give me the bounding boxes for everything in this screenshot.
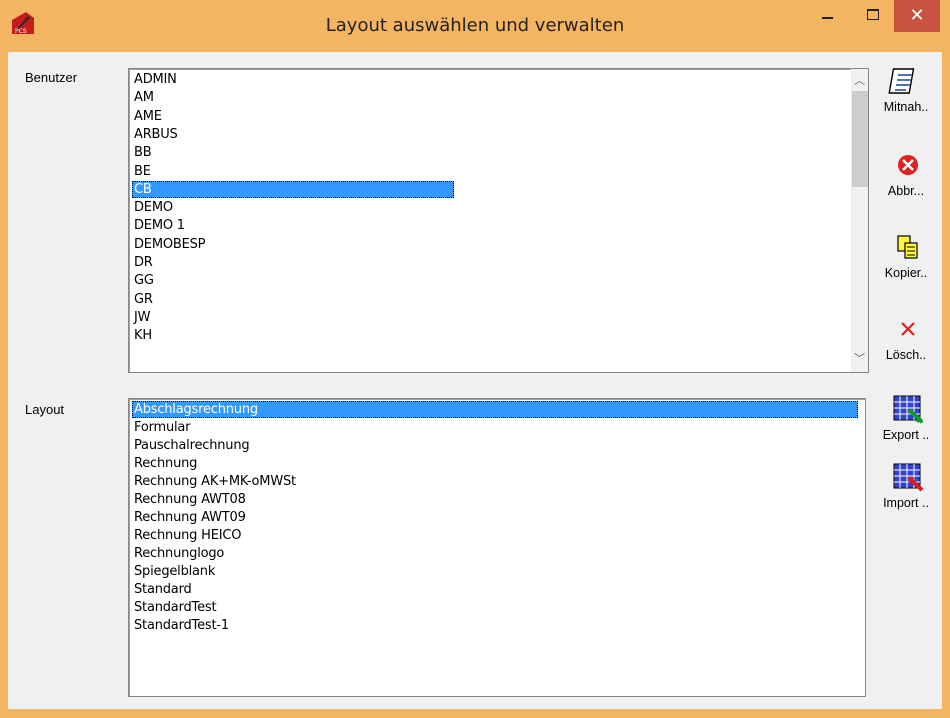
list-item[interactable]: Rechnung bbox=[132, 455, 197, 472]
list-item[interactable]: StandardTest bbox=[132, 599, 217, 616]
abbruch-button[interactable]: Abbr... bbox=[876, 150, 936, 210]
list-item[interactable]: DEMOBESP bbox=[132, 236, 205, 253]
scroll-up-icon[interactable]: ︿ bbox=[851, 73, 868, 90]
list-item[interactable]: AM bbox=[132, 89, 154, 106]
close-icon: ✕ bbox=[909, 5, 925, 26]
scroll-down-icon[interactable]: ﹀ bbox=[851, 351, 868, 368]
benutzer-scrollbar[interactable]: ︿ ﹀ bbox=[851, 69, 868, 372]
list-item[interactable]: Rechnung AWT08 bbox=[132, 491, 246, 508]
list-item[interactable]: Rechnung AK+MK-oMWSt bbox=[132, 473, 296, 490]
list-item[interactable]: AME bbox=[132, 108, 162, 125]
list-item[interactable]: DR bbox=[132, 254, 153, 271]
list-item[interactable]: Standard bbox=[132, 581, 192, 598]
benutzer-listbox[interactable]: ADMIN AM AME ARBUS BB BE CB DEMO DEMO 1 DEMOBESP D… bbox=[128, 68, 869, 373]
delete-icon bbox=[901, 322, 915, 336]
list-item[interactable]: DEMO bbox=[132, 199, 173, 216]
import-button[interactable]: Import .. bbox=[876, 462, 936, 522]
list-item[interactable]: Rechnung AWT09 bbox=[132, 509, 246, 526]
abbruch-label: Abbr... bbox=[887, 184, 925, 198]
list-item[interactable]: DEMO 1 bbox=[132, 217, 185, 234]
loeschen-button[interactable]: Lösch.. bbox=[876, 314, 936, 374]
layout-listbox[interactable]: Abschlagsrechnung Formular Pauschalrechnun… bbox=[128, 398, 866, 697]
copy-icon bbox=[897, 235, 918, 259]
kopieren-button[interactable]: Kopier.. bbox=[876, 232, 936, 292]
mitnahme-button[interactable]: Mitnah.. bbox=[876, 66, 936, 126]
window-title: Layout auswählen und verwalten bbox=[325, 15, 625, 36]
export-table-icon bbox=[893, 395, 924, 424]
list-item[interactable]: BB bbox=[132, 144, 152, 161]
loeschen-label: Lösch.. bbox=[885, 348, 927, 362]
maximize-button[interactable] bbox=[856, 0, 892, 32]
layout-label: Layout bbox=[25, 402, 65, 417]
benutzer-label: Benutzer bbox=[25, 70, 78, 85]
list-item[interactable]: StandardTest-1 bbox=[132, 617, 229, 634]
list-item[interactable]: Abschlagsrechnung bbox=[132, 401, 858, 418]
import-table-icon bbox=[893, 463, 924, 492]
export-label: Export .. bbox=[882, 428, 930, 442]
list-item[interactable]: GR bbox=[132, 291, 153, 308]
minimize-button[interactable] bbox=[810, 0, 846, 32]
cancel-icon bbox=[898, 155, 918, 175]
export-button[interactable]: Export .. bbox=[876, 394, 936, 454]
list-item[interactable]: Rechnunglogo bbox=[132, 545, 224, 562]
window: PCS Layout auswählen und verwalten ✕ Ben… bbox=[0, 0, 950, 718]
list-item[interactable]: ADMIN bbox=[132, 71, 177, 88]
minimize-icon bbox=[822, 17, 833, 19]
list-item[interactable]: Rechnung HEICO bbox=[132, 527, 241, 544]
notepad-icon bbox=[888, 68, 915, 94]
list-item[interactable]: ARBUS bbox=[132, 126, 178, 143]
dialog-client: Benutzer ADMIN AM AME ARBUS BB BE CB DEMO DEMO 1… bbox=[8, 52, 942, 709]
list-item[interactable]: Spiegelblank bbox=[132, 563, 215, 580]
list-item[interactable]: JW bbox=[132, 309, 151, 326]
list-item[interactable]: CB bbox=[132, 180, 454, 198]
scroll-thumb[interactable] bbox=[852, 91, 868, 187]
maximize-icon bbox=[867, 9, 879, 20]
list-item[interactable]: GG bbox=[132, 272, 154, 289]
titlebar[interactable]: PCS Layout auswählen und verwalten ✕ bbox=[0, 0, 950, 52]
kopieren-label: Kopier.. bbox=[884, 266, 928, 280]
list-item[interactable]: BE bbox=[132, 163, 151, 180]
list-item[interactable]: Formular bbox=[132, 419, 191, 436]
list-item[interactable]: Pauschalrechnung bbox=[132, 437, 250, 454]
close-button[interactable]: ✕ bbox=[894, 0, 940, 32]
import-label: Import .. bbox=[883, 496, 929, 510]
list-item[interactable]: KH bbox=[132, 327, 152, 344]
mitnahme-label: Mitnah.. bbox=[883, 100, 929, 114]
